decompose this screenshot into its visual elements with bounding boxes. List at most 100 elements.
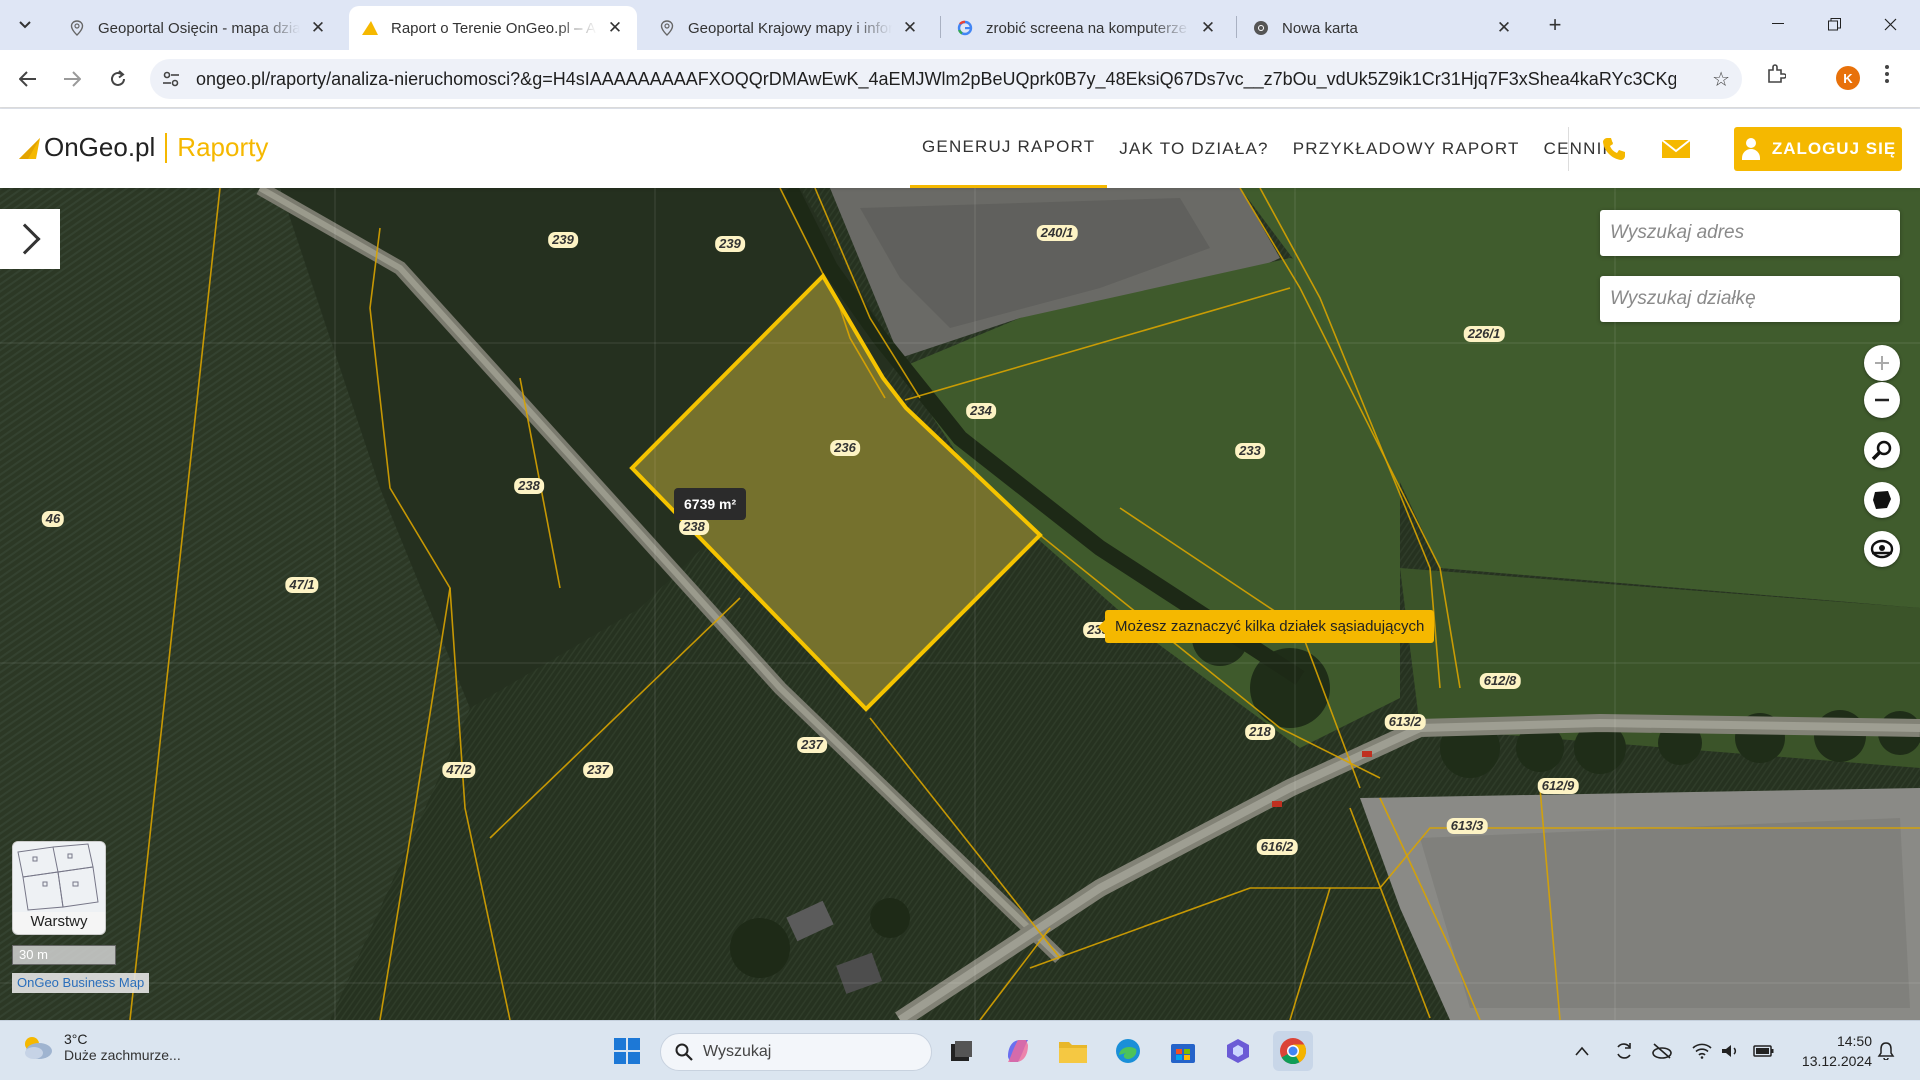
extensions-icon[interactable] (1766, 64, 1787, 90)
header-divider (1568, 127, 1569, 171)
wifi-icon[interactable] (1690, 1039, 1714, 1063)
parcel-label[interactable]: 226/1 (1463, 326, 1505, 342)
new-tab-button[interactable]: + (1540, 10, 1570, 40)
polygon-icon (1873, 491, 1891, 509)
map-canvas[interactable]: 239 239 240/1 226/1 234 236 233 238 238 … (0, 188, 1920, 1020)
mail-icon[interactable] (1660, 133, 1692, 165)
nav-generuj-raport[interactable]: GENERUJ RAPORT (910, 109, 1108, 188)
parcel-label[interactable]: 616/2 (1256, 839, 1298, 855)
parcel-label[interactable]: 239 (715, 236, 745, 252)
measure-tool-button[interactable] (1864, 531, 1900, 567)
restore-button[interactable] (1806, 0, 1862, 48)
profile-avatar[interactable]: K (1836, 66, 1860, 90)
parcel-label[interactable]: 238 (679, 519, 709, 535)
minimize-button[interactable] (1750, 0, 1806, 48)
side-panel-toggle[interactable] (0, 209, 60, 269)
parcel-label[interactable]: 218 (1245, 724, 1275, 740)
zoom-in-button[interactable] (1864, 345, 1900, 381)
parcel-label[interactable]: 237 (583, 762, 613, 778)
onedrive-offline-icon[interactable] (1650, 1039, 1674, 1063)
phone-icon[interactable] (1598, 133, 1630, 165)
parcel-label[interactable]: 240/1 (1036, 225, 1078, 241)
chrome-icon (1252, 19, 1270, 37)
volume-icon[interactable] (1718, 1039, 1742, 1063)
microsoft-store-app[interactable] (1163, 1031, 1203, 1071)
tab-search-button[interactable] (8, 9, 42, 41)
system-clock[interactable]: 14:50 13.12.2024 (1786, 1031, 1872, 1071)
start-button[interactable] (607, 1031, 647, 1071)
close-icon[interactable]: ✕ (1198, 18, 1218, 38)
brand-name: OnGeo.pl (44, 132, 156, 162)
parcel-label[interactable]: 47/2 (442, 762, 476, 778)
browser-tab-new[interactable]: Nowa karta ✕ (1240, 6, 1526, 50)
parcel-label[interactable]: 612/8 (1479, 673, 1521, 689)
close-window-button[interactable] (1862, 0, 1918, 48)
arrow-left-icon (19, 71, 36, 87)
browser-tab-geoportal-krajowy[interactable]: Geoportal Krajowy mapy i informacje ✕ (646, 6, 932, 50)
chevron-right-icon (9, 223, 41, 255)
login-button[interactable]: ZALOGUJ SIĘ (1734, 127, 1902, 171)
chrome-app-active[interactable] (1273, 1031, 1313, 1071)
map-attribution-link[interactable]: OnGeo Business Map (12, 973, 150, 993)
browser-tab-ongeo-raport[interactable]: Raport o Terenie OnGeo.pl – Analiza ✕ (349, 6, 637, 50)
parcel-label[interactable]: 233 (1235, 443, 1265, 459)
parcel-area-badge: 6739 m² (674, 488, 747, 520)
copilot-pro-app[interactable] (1218, 1031, 1258, 1071)
multi-select-tooltip: Możesz zaznaczyć kilka działek sąsiadują… (1097, 610, 1435, 643)
close-icon[interactable]: ✕ (1494, 18, 1514, 38)
sync-icon[interactable] (1612, 1039, 1636, 1063)
magnifier-icon (1871, 440, 1892, 461)
layers-label: Warstwy (30, 913, 88, 930)
parcel-search-input[interactable] (1600, 276, 1900, 322)
browser-tab-google-search[interactable]: zrobić screena na komputerze - Szukaj ✕ (944, 6, 1230, 50)
clock-date: 13.12.2024 (1801, 1053, 1872, 1069)
notifications-bell-icon[interactable] (1874, 1039, 1898, 1063)
layers-thumbnail-icon (13, 842, 105, 912)
minimize-icon (1772, 23, 1784, 24)
parcel-label[interactable]: 613/3 (1446, 818, 1488, 834)
forward-button[interactable] (56, 63, 88, 95)
file-explorer-app[interactable] (1053, 1031, 1093, 1071)
address-bar[interactable]: ongeo.pl/raporty/analiza-nieruchomosci?&… (150, 59, 1742, 99)
browser-tab-geoportal-osiecin[interactable]: Geoportal Osięcin - mapa działek ✕ (56, 6, 340, 50)
reload-button[interactable] (102, 63, 134, 95)
copilot-icon (1008, 1040, 1028, 1062)
zoom-out-button[interactable] (1864, 382, 1900, 418)
browser-tab-strip: Geoportal Osięcin - mapa działek ✕ Rapor… (0, 0, 1920, 50)
parcel-label[interactable]: 613/2 (1384, 714, 1426, 730)
product-name: Raporty (177, 132, 269, 162)
site-logo[interactable]: OnGeo.pl Raporty (18, 132, 268, 163)
browser-toolbar: ongeo.pl/raporty/analiza-nieruchomosci?&… (0, 50, 1920, 108)
taskbar-search[interactable]: Wyszukaj (660, 1033, 932, 1071)
browser-menu-icon[interactable] (1884, 64, 1890, 90)
copilot-app[interactable] (998, 1031, 1038, 1071)
parcel-label[interactable]: 239 (548, 232, 578, 248)
nav-przykladowy-raport[interactable]: PRZYKŁADOWY RAPORT (1281, 109, 1532, 188)
parcel-label[interactable]: 237 (797, 737, 827, 753)
search-map-button[interactable] (1864, 432, 1900, 468)
weather-widget[interactable]: 3°C Duże zachmurze... (20, 1031, 181, 1063)
edge-browser-app[interactable] (1108, 1031, 1148, 1071)
parcel-label[interactable]: 612/9 (1537, 778, 1579, 794)
draw-area-button[interactable] (1864, 482, 1900, 518)
parcel-label[interactable]: 234 (966, 403, 996, 419)
close-icon[interactable]: ✕ (605, 18, 625, 38)
close-icon[interactable]: ✕ (308, 18, 328, 38)
parcel-label[interactable]: 46 (41, 511, 65, 527)
parcel-label[interactable]: 238 (514, 478, 544, 494)
parcel-label[interactable]: 236 (830, 440, 860, 456)
parcel-label[interactable]: 47/1 (285, 577, 319, 593)
taskbar-search-placeholder: Wyszukaj (703, 1043, 772, 1060)
site-settings-icon[interactable] (160, 68, 182, 90)
nav-jak-to-dziala[interactable]: JAK TO DZIAŁA? (1107, 109, 1280, 188)
tab-title: zrobić screena na komputerze - Szukaj (986, 19, 1190, 37)
bookmark-star-icon[interactable]: ☆ (1712, 67, 1730, 92)
back-button[interactable] (12, 63, 44, 95)
layers-switcher[interactable]: Warstwy (12, 841, 106, 935)
main-navigation: GENERUJ RAPORT JAK TO DZIAŁA? PRZYKŁADOW… (910, 109, 1627, 188)
address-search-input[interactable] (1600, 210, 1900, 256)
close-icon[interactable]: ✕ (900, 18, 920, 38)
show-hidden-icons-chevron-up-icon[interactable] (1570, 1039, 1594, 1063)
battery-icon[interactable] (1752, 1039, 1776, 1063)
task-view-button[interactable] (941, 1031, 981, 1071)
